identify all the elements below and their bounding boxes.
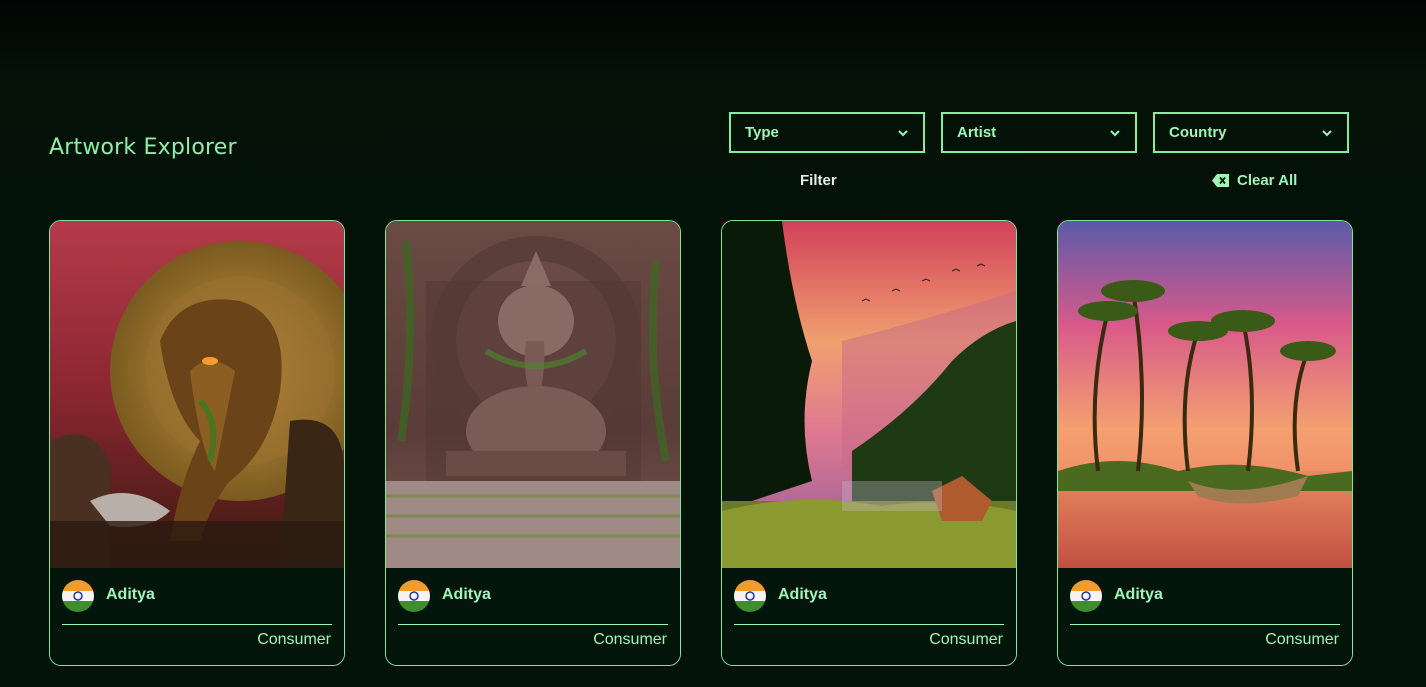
type-dropdown-label: Type (745, 124, 779, 141)
india-flag-icon (62, 580, 94, 612)
divider (62, 624, 332, 625)
artwork-type: Consumer (593, 631, 667, 648)
artwork-image (1058, 221, 1352, 568)
artwork-image (386, 221, 680, 568)
filter-button[interactable]: Filter (800, 172, 837, 189)
artist-name[interactable]: Aditya (106, 586, 155, 604)
india-flag-icon (398, 580, 430, 612)
backspace-icon (1212, 174, 1229, 187)
page-title: Artwork Explorer (49, 135, 237, 160)
artist-name[interactable]: Aditya (442, 586, 491, 604)
chevron-down-icon (1110, 129, 1120, 136)
country-dropdown-label: Country (1169, 124, 1227, 141)
artwork-card[interactable]: Aditya Consumer (1057, 220, 1353, 666)
divider (398, 624, 668, 625)
artwork-card[interactable]: Aditya Consumer (385, 220, 681, 666)
artwork-card[interactable]: Aditya Consumer (721, 220, 1017, 666)
country-dropdown[interactable]: Country (1153, 112, 1349, 153)
india-flag-icon (734, 580, 766, 612)
artwork-image (722, 221, 1016, 568)
artist-name[interactable]: Aditya (1114, 586, 1163, 604)
type-dropdown[interactable]: Type (729, 112, 925, 153)
artwork-image (50, 221, 344, 568)
card-footer: Aditya Consumer (386, 568, 680, 665)
divider (1070, 624, 1340, 625)
artist-name[interactable]: Aditya (778, 586, 827, 604)
divider (734, 624, 1004, 625)
chevron-down-icon (898, 129, 908, 136)
card-footer: Aditya Consumer (722, 568, 1016, 665)
chevron-down-icon (1322, 129, 1332, 136)
card-footer: Aditya Consumer (50, 568, 344, 665)
artwork-type: Consumer (257, 631, 331, 648)
artwork-type: Consumer (1265, 631, 1339, 648)
clear-all-label: Clear All (1237, 172, 1298, 189)
clear-all-button[interactable]: Clear All (1212, 172, 1297, 189)
artist-dropdown-label: Artist (957, 124, 997, 141)
artist-dropdown[interactable]: Artist (941, 112, 1137, 153)
artwork-card[interactable]: Aditya Consumer (49, 220, 345, 666)
card-footer: Aditya Consumer (1058, 568, 1352, 665)
artwork-type: Consumer (929, 631, 1003, 648)
india-flag-icon (1070, 580, 1102, 612)
